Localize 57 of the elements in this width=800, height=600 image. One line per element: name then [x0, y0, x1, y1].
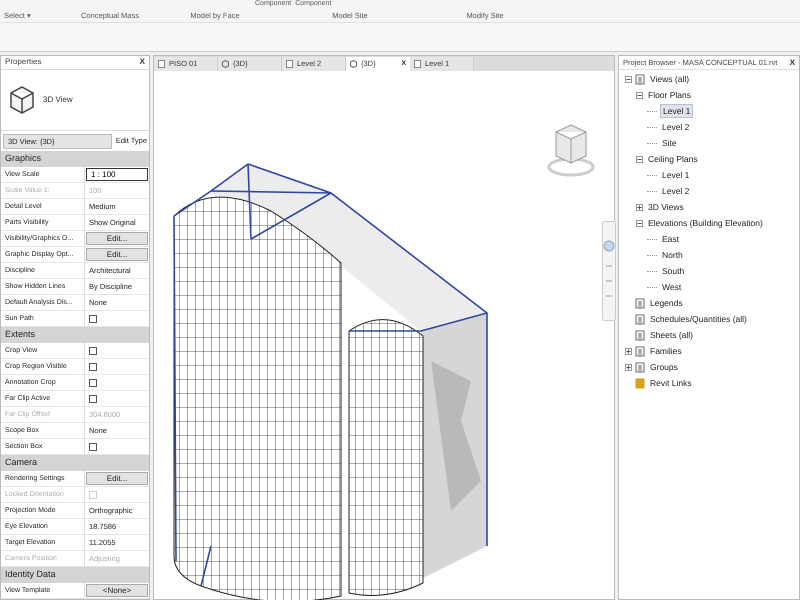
section-header[interactable]: Graphics — [1, 151, 149, 168]
tree-item[interactable]: Floor Plans — [646, 88, 693, 102]
tree-item[interactable]: Legends — [648, 296, 685, 310]
checkbox[interactable] — [89, 362, 97, 371]
section-header[interactable]: Extents — [1, 327, 149, 344]
section-header[interactable]: Identity Data — [1, 567, 149, 584]
edit-button[interactable]: <None> — [86, 584, 148, 598]
tree-item[interactable]: Schedules/Quantities (all) — [648, 312, 749, 326]
checkbox[interactable] — [89, 314, 97, 323]
edit-button[interactable]: Edit... — [86, 232, 148, 246]
tree-item[interactable]: North — [660, 248, 685, 262]
section-title: Extents — [5, 328, 36, 342]
section-header[interactable]: Camera — [1, 455, 149, 472]
checkbox[interactable] — [89, 394, 97, 403]
tree-item[interactable]: Ceiling Plans — [646, 152, 700, 166]
cube-icon — [350, 60, 357, 68]
document-icon — [158, 60, 165, 68]
tree-item[interactable]: Families — [648, 344, 684, 358]
section-title: Graphics — [5, 152, 42, 166]
expand-toggle-icon[interactable] — [625, 364, 632, 370]
type-selector[interactable]: 3D View — [1, 70, 149, 132]
tree-item[interactable]: Level 1 — [660, 104, 694, 118]
tree-item[interactable]: Elevations (Building Elevation) — [646, 216, 765, 230]
document-icon — [286, 60, 293, 68]
panel-title: Properties — [5, 56, 42, 68]
tree-item[interactable]: Site — [660, 136, 679, 150]
close-button[interactable]: X — [790, 56, 795, 68]
close-button[interactable]: X — [140, 56, 145, 68]
3d-view-icon — [9, 85, 35, 116]
tree-item[interactable]: 3D Views — [646, 200, 686, 214]
checkbox[interactable] — [89, 442, 97, 451]
collapse-toggle-icon[interactable] — [625, 76, 632, 82]
collapse-toggle-icon[interactable] — [636, 156, 643, 162]
tree-item[interactable]: West — [660, 280, 684, 294]
tree-item[interactable]: South — [660, 264, 686, 278]
expand-toggle-icon[interactable] — [636, 204, 643, 210]
section-title: Identity Data — [5, 568, 56, 582]
collapse-toggle-icon[interactable] — [636, 220, 643, 226]
type-name: 3D View — [43, 94, 73, 106]
property-field[interactable]: 1 : 100 — [86, 168, 148, 182]
section-title: Camera — [5, 456, 38, 470]
tree-item[interactable]: Level 1 — [660, 168, 692, 182]
checkbox[interactable] — [89, 378, 97, 387]
expand-toggle-icon[interactable] — [625, 348, 632, 354]
cube-icon — [222, 60, 229, 68]
edit-button[interactable]: Edit... — [86, 472, 148, 486]
checkbox[interactable] — [89, 346, 97, 355]
tree-item[interactable]: Groups — [648, 360, 680, 374]
tree-item[interactable]: Level 2 — [660, 120, 692, 134]
tree-item[interactable]: Level 2 — [660, 184, 692, 198]
document-icon — [414, 60, 421, 68]
tree-item[interactable]: East — [660, 232, 682, 246]
collapse-toggle-icon[interactable] — [636, 92, 643, 98]
tree-item[interactable]: Views (all) — [648, 72, 692, 86]
tree-item[interactable]: Revit Links — [648, 376, 694, 390]
edit-button[interactable]: Edit... — [86, 248, 148, 262]
tree-item[interactable]: Sheets (all) — [648, 328, 695, 342]
